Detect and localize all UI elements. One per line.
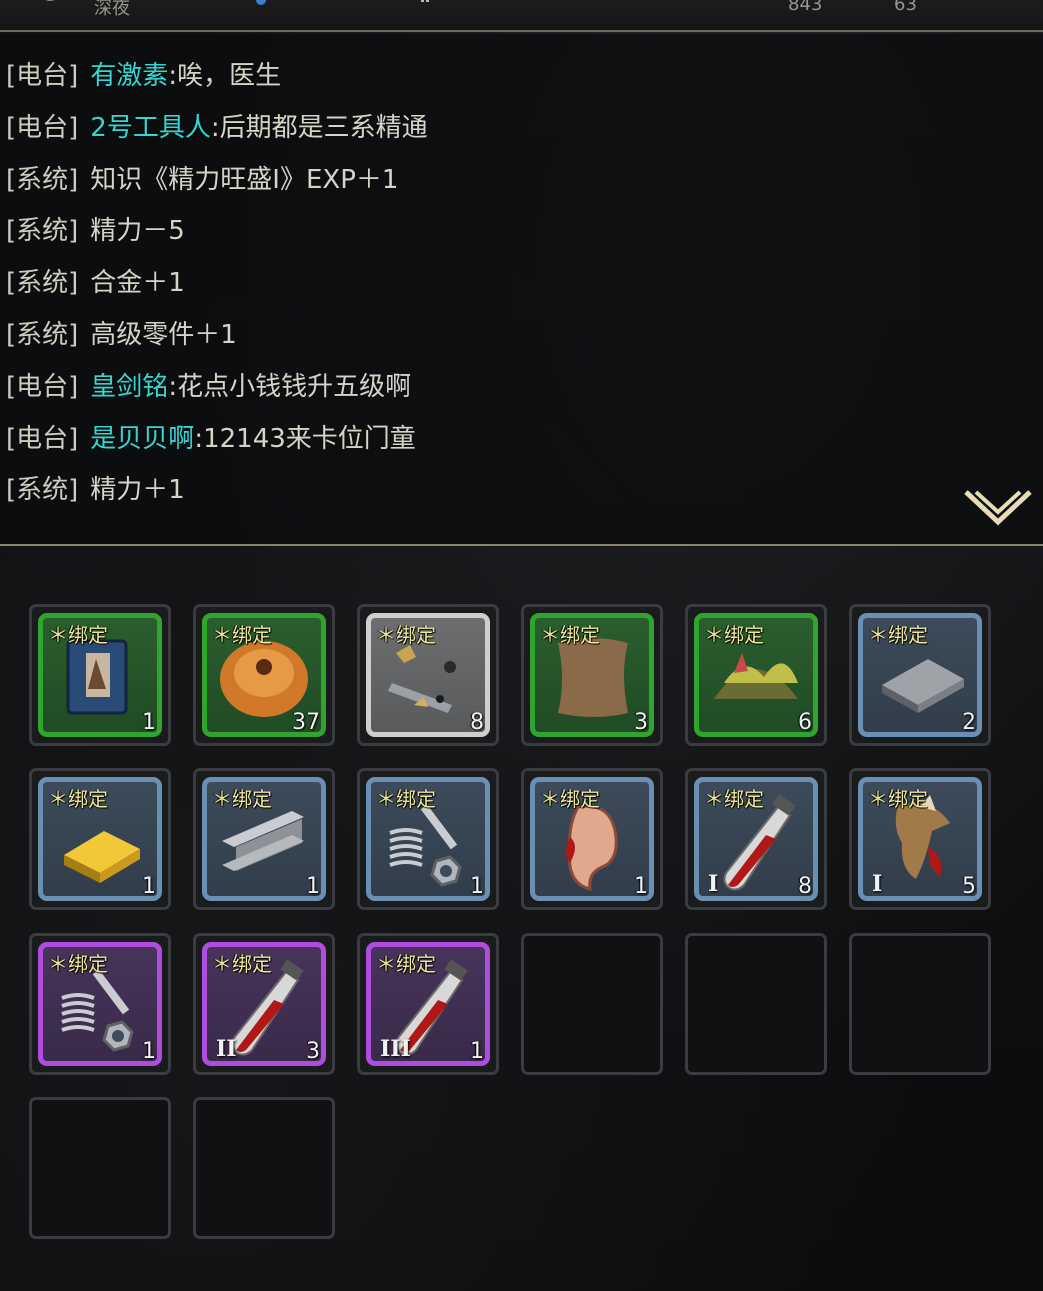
item-count: 1 [142,1039,156,1064]
divider [0,544,1043,546]
bound-label: ＊绑定 [48,787,108,811]
log-line: [电台] 是贝贝啊:12143来卡位门童 [6,419,416,459]
inventory-slot-empty[interactable] [849,933,991,1075]
item-count: 1 [306,874,320,899]
log-sender-name: 2号工具人 [90,112,211,143]
bound-label: ＊绑定 [376,952,436,976]
log-channel: [电台] [6,371,79,402]
status-bar: 深夜 843 63 [0,0,1043,32]
log-sender-name: 有激素 [90,61,169,91]
bound-label: ＊绑定 [540,623,600,647]
inventory-slot[interactable]: ＊绑定 37 [193,604,335,746]
tier-label: III [380,1036,411,1062]
inventory-slot-empty[interactable] [685,933,827,1075]
item-count: 37 [292,710,320,735]
inventory-slot[interactable]: ＊绑定 3 [521,604,663,746]
log-line: [系统] 合金＋1 [6,263,185,303]
log-message: 知识《精力旺盛Ⅰ》EXP＋1 [90,164,399,195]
item-count: 3 [306,1039,320,1064]
tier-label: I [708,871,719,897]
inventory-slot[interactable]: ＊绑定 II 3 [193,933,335,1075]
log-message: 精力＋1 [90,475,185,506]
inventory-slot[interactable]: ＊绑定 1 [357,768,499,910]
log-sender-name: 是贝贝啊 [90,423,195,454]
item-count: 1 [634,874,648,899]
log-message: 合金＋1 [90,268,185,299]
tier-label: I [872,871,883,897]
inventory-slot[interactable]: ＊绑定 III 1 [357,933,499,1075]
log-channel: [电台] [6,61,79,91]
bound-label: ＊绑定 [48,952,108,976]
chat-log[interactable]: [电台] 有激素:唉，医生 [电台] 2号工具人:后期都是三系精通 [系统] 知识《精力旺… [0,34,1043,544]
item-count: 5 [962,874,976,899]
log-channel: [系统] [6,268,79,299]
log-channel: [系统] [6,164,79,195]
log-separator: : [168,61,178,91]
item-count: 8 [470,710,484,735]
log-line: [系统] 高级零件＋1 [6,315,237,355]
stat-value-1: 843 [788,0,823,15]
inventory-slot[interactable]: ＊绑定 1 [521,768,663,910]
log-sender-name: 皇剑铭 [90,371,169,402]
bound-label: ＊绑定 [540,787,600,811]
inventory-slot[interactable]: ＊绑定 8 [357,604,499,746]
log-channel: [系统] [6,320,79,350]
item-count: 8 [798,874,812,899]
compass-icon [45,0,55,1]
bound-label: ＊绑定 [704,623,764,647]
inventory-slot[interactable]: ＊绑定 1 [29,604,171,746]
inventory-slot-empty[interactable] [521,933,663,1075]
item-count: 2 [962,710,976,735]
signal-icon [421,0,429,2]
inventory-slot[interactable]: ＊绑定 1 [29,933,171,1075]
item-count: 6 [798,710,812,735]
bound-label: ＊绑定 [48,623,108,647]
log-line: [电台] 2号工具人:后期都是三系精通 [6,108,428,148]
item-count: 1 [470,1039,484,1064]
log-line: [系统] 精力＋1 [6,470,185,510]
temperature-icon [256,0,266,5]
inventory-slot[interactable]: ＊绑定 1 [29,768,171,910]
item-count: 1 [470,874,484,899]
log-line: [系统] 精力－5 [6,211,185,251]
stat-value-2: 63 [894,0,917,15]
log-line: [电台] 皇剑铭:花点小钱钱升五级啊 [6,367,411,407]
inventory-slot[interactable]: ＊绑定 2 [849,604,991,746]
inventory-slot-empty[interactable] [29,1097,171,1239]
time-of-day: 深夜 [94,0,130,19]
log-message: 12143来卡位门童 [203,423,416,454]
bound-label: ＊绑定 [212,952,272,976]
log-separator: : [168,371,178,402]
inventory-slot[interactable]: ＊绑定 1 [193,768,335,910]
double-chevron-down-icon[interactable] [964,488,1032,528]
log-line: [电台] 有激素:唉，医生 [6,56,281,96]
log-channel: [系统] [6,216,79,247]
bound-label: ＊绑定 [704,787,764,811]
bound-label: ＊绑定 [376,787,436,811]
log-separator: : [210,112,220,143]
item-count: 1 [142,710,156,735]
inventory-slot-empty[interactable] [193,1097,335,1239]
inventory-slot[interactable]: ＊绑定 6 [685,604,827,746]
log-message: 精力－5 [90,216,185,247]
bound-label: ＊绑定 [868,787,928,811]
log-channel: [系统] [6,475,79,506]
tier-label: II [216,1036,237,1062]
item-count: 1 [142,874,156,899]
item-count: 3 [634,710,648,735]
bound-label: ＊绑定 [212,787,272,811]
log-channel: [电台] [6,112,79,143]
inventory-slot[interactable]: ＊绑定 I 5 [849,768,991,910]
log-channel: [电台] [6,423,79,454]
inventory-slot[interactable]: ＊绑定 I 8 [685,768,827,910]
log-separator: : [194,423,204,454]
bound-label: ＊绑定 [212,623,272,647]
log-line: [系统] 知识《精力旺盛Ⅰ》EXP＋1 [6,160,398,200]
log-message: 唉，医生 [177,61,282,91]
log-message: 高级零件＋1 [90,320,237,350]
bound-label: ＊绑定 [868,623,928,647]
log-message: 后期都是三系精通 [219,112,428,143]
bound-label: ＊绑定 [376,623,436,647]
log-message: 花点小钱钱升五级啊 [177,371,412,402]
